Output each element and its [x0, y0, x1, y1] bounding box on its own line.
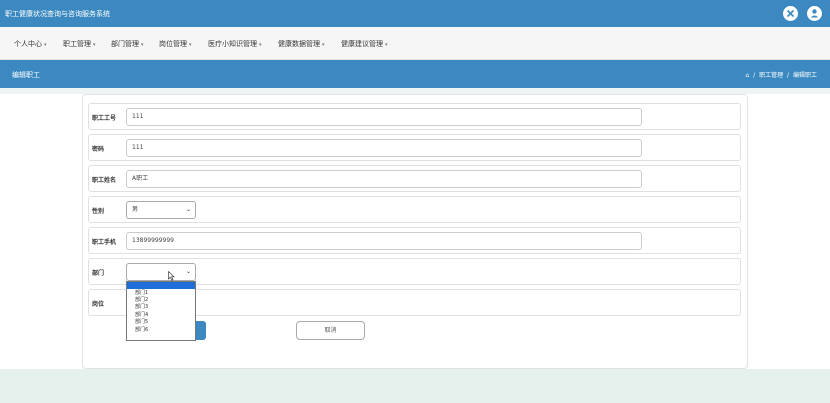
nav-item-health-data[interactable]: 健康数据管理 ▾ — [278, 39, 325, 49]
nav-item-personal-center[interactable]: 个人中心 ▾ — [14, 39, 47, 49]
nav-item-label: 健康建议管理 — [341, 40, 383, 48]
field-label: 职工姓名 — [92, 177, 117, 184]
form-row-phone: 职工手机 13899999999 — [88, 227, 741, 254]
form-row-staff-id: 职工工号 111 — [88, 103, 741, 130]
page-title: 编辑职工 — [12, 71, 40, 79]
top-header: 职工健康状况查询与咨询服务系统 — [0, 0, 830, 27]
field-label: 职工手机 — [92, 239, 117, 246]
department-dropdown-list: 部门1 部门2 部门3 部门4 部门5 部门6 — [126, 281, 196, 341]
chevron-down-icon: ▾ — [189, 42, 192, 48]
form-row-gender: 性别 男 ⌄ — [88, 196, 741, 223]
chevron-down-icon: ▾ — [93, 42, 96, 48]
department-select[interactable]: ⌄ — [126, 263, 196, 281]
nav-item-label: 部门管理 — [111, 40, 139, 48]
dropdown-option[interactable]: 部门5 — [135, 319, 148, 326]
chevron-down-icon: ⌄ — [185, 206, 191, 213]
nav-item-health-advice[interactable]: 健康建议管理 ▾ — [341, 39, 388, 49]
chevron-down-icon: ▾ — [322, 42, 325, 48]
dropdown-option-empty[interactable] — [127, 282, 195, 289]
gender-selected-value: 男 — [132, 206, 139, 213]
field-label: 职工工号 — [92, 115, 117, 122]
dropdown-option[interactable]: 部门2 — [135, 297, 148, 304]
breadcrumb: ⌂ / 职工管理 / 编辑职工 — [743, 70, 817, 79]
field-label: 部门 — [92, 270, 105, 277]
nav-item-label: 健康数据管理 — [278, 40, 320, 48]
dropdown-option[interactable]: 部门1 — [135, 290, 148, 297]
form-row-password: 密码 111 — [88, 134, 741, 161]
app-title: 职工健康状况查询与咨询服务系统 — [5, 10, 110, 18]
chevron-down-icon: ▾ — [385, 42, 388, 48]
nav-item-label: 个人中心 — [14, 40, 42, 48]
field-label: 密码 — [92, 146, 105, 153]
chevron-down-icon: ▾ — [259, 42, 262, 48]
cancel-button[interactable]: 取消 — [296, 321, 365, 340]
dropdown-option[interactable]: 部门3 — [135, 304, 148, 311]
breadcrumb-separator: / — [787, 72, 790, 79]
settings-cross-icon[interactable] — [783, 6, 798, 21]
gender-select[interactable]: 男 ⌄ — [126, 201, 196, 219]
breadcrumb-separator: / — [753, 72, 756, 79]
nav-item-label: 职工管理 — [63, 40, 91, 48]
nav-item-position[interactable]: 岗位管理 ▾ — [159, 39, 192, 49]
footer-area — [0, 369, 830, 403]
nav-item-medical-knowledge[interactable]: 医疗小知识管理 ▾ — [208, 39, 262, 49]
mouse-cursor-icon — [168, 271, 175, 281]
password-input[interactable]: 111 — [126, 139, 642, 157]
phone-input[interactable]: 13899999999 — [126, 232, 642, 250]
field-label: 性别 — [92, 208, 105, 215]
nav-item-staff[interactable]: 职工管理 ▾ — [63, 39, 96, 49]
nav-item-label: 岗位管理 — [159, 40, 187, 48]
chevron-down-icon: ▾ — [141, 42, 144, 48]
page-header: 编辑职工 ⌂ / 职工管理 / 编辑职工 — [0, 60, 830, 88]
staff-name-input[interactable]: A职工 — [126, 170, 642, 188]
nav-item-label: 医疗小知识管理 — [208, 40, 257, 48]
nav-item-department[interactable]: 部门管理 ▾ — [111, 39, 144, 49]
chevron-down-icon: ⌄ — [185, 268, 191, 275]
form-row-staff-name: 职工姓名 A职工 — [88, 165, 741, 192]
save-button[interactable] — [196, 321, 206, 340]
user-icon[interactable] — [807, 6, 822, 21]
breadcrumb-item-current: 编辑职工 — [792, 72, 817, 79]
home-icon[interactable]: ⌂ — [745, 72, 749, 79]
main-nav: 个人中心 ▾ 职工管理 ▾ 部门管理 ▾ 岗位管理 ▾ 医疗小知识管理 ▾ 健康数据管理 ▾… — [0, 27, 830, 60]
dropdown-option[interactable]: 部门4 — [135, 312, 148, 319]
field-label: 岗位 — [92, 301, 105, 308]
breadcrumb-item-staff[interactable]: 职工管理 — [759, 72, 783, 79]
staff-id-input[interactable]: 111 — [126, 108, 642, 126]
chevron-down-icon: ▾ — [44, 42, 47, 48]
dropdown-option[interactable]: 部门6 — [135, 327, 148, 334]
